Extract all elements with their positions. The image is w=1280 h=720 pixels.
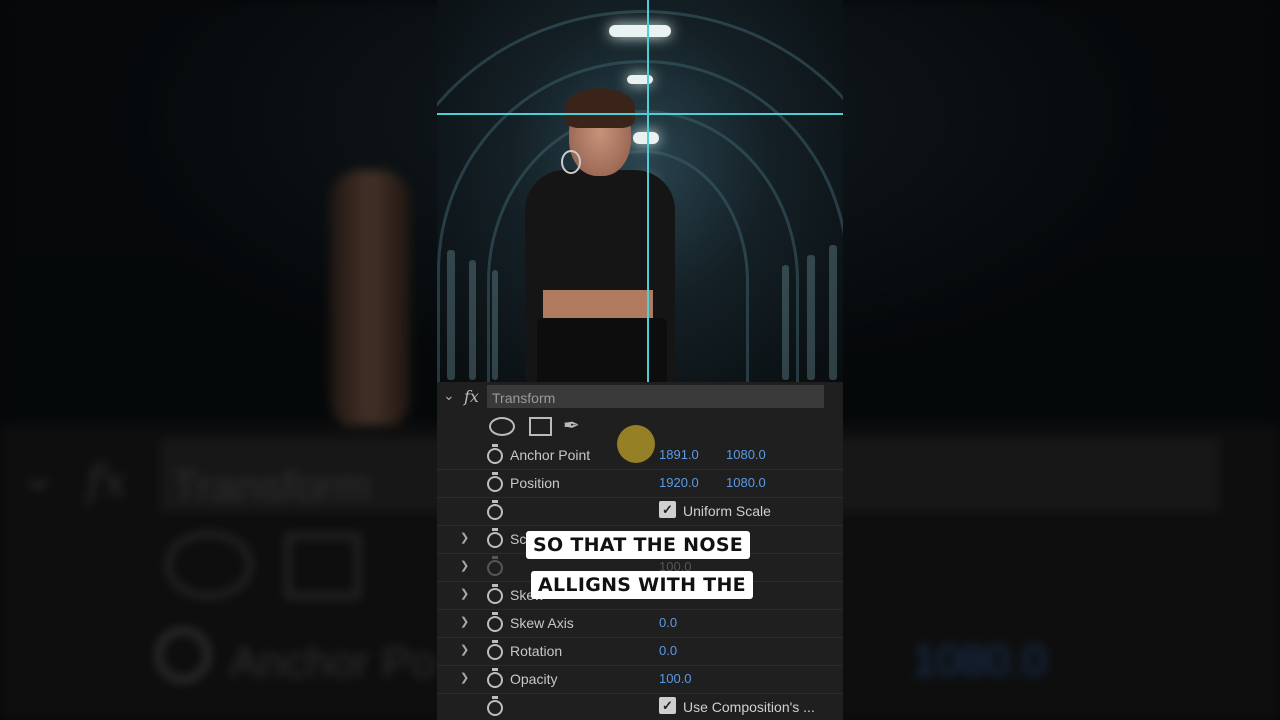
skew-axis-value[interactable]: 0.0 — [659, 615, 677, 630]
chevron-right-icon[interactable]: ❯ — [460, 531, 469, 544]
chevron-right-icon[interactable]: ❯ — [460, 643, 469, 656]
ceiling-light — [627, 75, 653, 84]
ceiling-light — [609, 25, 671, 37]
stopwatch-icon[interactable] — [487, 696, 503, 716]
property-row-position: Position 1920.0 1080.0 — [437, 469, 843, 498]
rotation-value[interactable]: 0.0 — [659, 643, 677, 658]
fx-icon[interactable]: fx — [464, 387, 479, 406]
property-label: Rotation — [510, 643, 563, 659]
anchor-y-value[interactable]: 1080.0 — [726, 447, 766, 462]
uniform-scale-checkbox[interactable]: ✓ — [659, 501, 676, 518]
position-y-value[interactable]: 1080.0 — [726, 475, 766, 490]
tunnel-pillar — [447, 250, 455, 380]
person-earring — [561, 150, 581, 174]
uniform-scale-label: Uniform Scale — [683, 503, 771, 519]
chevron-right-icon[interactable]: ❯ — [460, 671, 469, 684]
rectangle-mask-icon[interactable] — [529, 417, 552, 436]
vertical-guide-line[interactable] — [647, 0, 649, 382]
tunnel-pillar — [469, 260, 476, 380]
stopwatch-icon[interactable] — [487, 500, 503, 520]
property-row-rotation: ❯ Rotation 0.0 — [437, 637, 843, 666]
property-label: Anchor Point — [510, 447, 591, 463]
effect-header[interactable]: ⌄ fx Transform — [437, 382, 843, 412]
stopwatch-icon[interactable] — [487, 472, 503, 492]
anchor-x-value[interactable]: 1891.0 — [659, 447, 699, 462]
use-composition-checkbox[interactable]: ✓ — [659, 697, 676, 714]
ceiling-light — [633, 132, 659, 144]
property-label: Skew Axis — [510, 615, 574, 631]
pen-mask-icon[interactable]: ✒ — [563, 413, 580, 438]
stopwatch-icon[interactable] — [487, 584, 503, 604]
tunnel-pillar — [782, 265, 789, 380]
effect-name: Transform — [492, 390, 556, 406]
property-row-uniform-scale: ✓ Uniform Scale — [437, 497, 843, 526]
tunnel-pillar — [492, 270, 498, 380]
person-hair — [565, 88, 635, 128]
stopwatch-icon[interactable] — [487, 612, 503, 632]
tunnel-pillar — [829, 245, 837, 380]
chevron-right-icon[interactable]: ❯ — [460, 587, 469, 600]
use-composition-label: Use Composition's ... — [683, 699, 815, 715]
property-row-use-composition: ✓ Use Composition's ... — [437, 693, 843, 720]
program-monitor-preview — [437, 0, 843, 382]
caption-line: ALLIGNS WITH THE — [531, 571, 753, 599]
property-label: Sc — [510, 531, 527, 547]
stopwatch-icon[interactable] — [487, 528, 503, 548]
position-x-value[interactable]: 1920.0 — [659, 475, 699, 490]
chevron-right-icon[interactable]: ❯ — [460, 559, 469, 572]
property-label: Position — [510, 475, 560, 491]
stopwatch-icon[interactable] — [487, 668, 503, 688]
cursor-highlight — [617, 425, 655, 463]
chevron-down-icon[interactable]: ⌄ — [443, 387, 455, 404]
chevron-right-icon[interactable]: ❯ — [460, 615, 469, 628]
video-frame: ⌄ fx Transform ✒ Anchor Point 1891.0 108… — [437, 0, 843, 720]
property-label: Opacity — [510, 671, 558, 687]
stopwatch-icon — [487, 556, 503, 576]
horizontal-guide-line[interactable] — [437, 113, 843, 115]
opacity-value[interactable]: 100.0 — [659, 671, 692, 686]
property-row-skew-axis: ❯ Skew Axis 0.0 — [437, 609, 843, 638]
ellipse-mask-icon[interactable] — [489, 417, 515, 436]
tunnel-pillar — [807, 255, 815, 380]
property-row-opacity: ❯ Opacity 100.0 — [437, 665, 843, 694]
stopwatch-icon[interactable] — [487, 640, 503, 660]
stopwatch-icon[interactable] — [487, 444, 503, 464]
caption-line: SO THAT THE NOSE — [526, 531, 751, 559]
